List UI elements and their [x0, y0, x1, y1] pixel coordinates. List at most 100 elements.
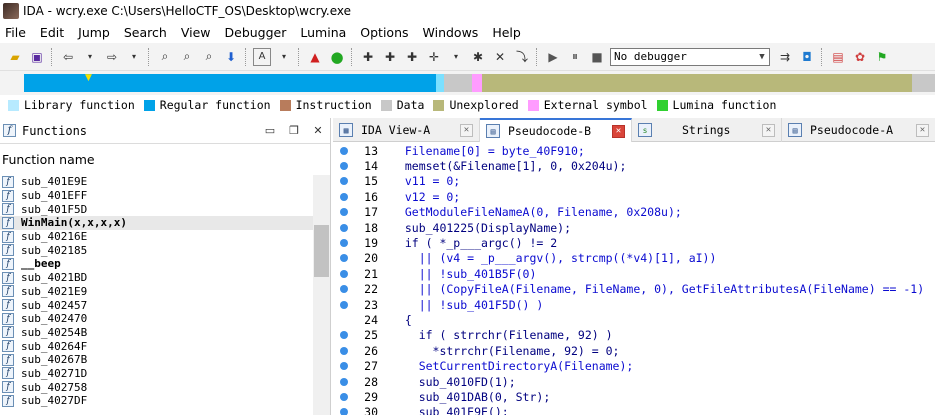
function-row[interactable]: f sub_402185	[0, 243, 313, 257]
navigation-band[interactable]: ▼	[0, 71, 935, 95]
minimize-icon[interactable]: ▭	[258, 124, 282, 137]
menu-windows[interactable]: Windows	[416, 25, 486, 40]
menu-lumina[interactable]: Lumina	[293, 25, 353, 40]
breakpoint-dot-icon[interactable]	[340, 362, 348, 371]
close-icon[interactable]: ✕	[460, 123, 473, 137]
play-icon[interactable]: ▶	[544, 48, 562, 66]
breakpoint-dot-icon[interactable]	[340, 300, 348, 309]
tab-pseudocode-a[interactable]: ▤ Pseudocode-A ✕	[782, 118, 935, 142]
breakpoint-dot-icon[interactable]	[340, 269, 348, 278]
breakpoint-dot-icon[interactable]	[340, 377, 348, 386]
menu-help[interactable]: Help	[485, 25, 528, 40]
menu-search[interactable]: Search	[117, 25, 174, 40]
function-list-scrollbar[interactable]	[313, 175, 330, 415]
breakpoint-dot-icon[interactable]	[340, 254, 348, 263]
debug-attach-icon[interactable]: ⇉	[776, 48, 794, 66]
function-row[interactable]: f sub_4021E9	[0, 285, 313, 299]
dropdown-icon[interactable]: ▾	[275, 48, 293, 66]
save-icon[interactable]: ▣	[28, 48, 46, 66]
function-name: __beep	[21, 257, 61, 271]
menu-edit[interactable]: Edit	[33, 25, 71, 40]
breakpoint-dot-icon[interactable]	[340, 331, 348, 340]
function-row[interactable]: f sub_4027DF	[0, 394, 313, 408]
function-row[interactable]: f sub_401F5D	[0, 202, 313, 216]
open-folder-icon[interactable]: ▰	[6, 48, 24, 66]
back-arrow-icon[interactable]: ⇦	[59, 48, 77, 66]
code-line[interactable]: 30 sub_401E9E();	[333, 404, 509, 415]
menu-jump[interactable]: Jump	[71, 25, 117, 40]
breakpoint-dot-icon[interactable]	[340, 146, 348, 155]
breakpoint-dot-icon[interactable]	[340, 408, 348, 415]
close-icon[interactable]: ✕	[916, 123, 929, 137]
font-a-icon[interactable]: A	[253, 47, 271, 66]
function-row[interactable]: f sub_40254B	[0, 326, 313, 340]
legend-swatch	[380, 99, 392, 111]
function-row[interactable]: f sub_401E9E	[0, 175, 313, 189]
report-icon[interactable]: ▤	[829, 48, 847, 66]
breakpoint-dot-icon[interactable]	[340, 177, 348, 186]
close-icon[interactable]: ✕	[306, 124, 330, 137]
menu-file[interactable]: File	[0, 25, 33, 40]
function-name-column-header[interactable]: Function name	[0, 144, 330, 172]
debug-compile-icon[interactable]: ◘	[798, 48, 816, 66]
green-circle-icon[interactable]: ●	[328, 48, 346, 66]
toolbar-grip	[148, 47, 151, 66]
menu-view[interactable]: View	[174, 25, 218, 40]
plugin-icon[interactable]: ✿	[851, 48, 869, 66]
pseudocode-view[interactable]: 13 Filename[0] = byte_40F910; 14 memset(…	[333, 142, 935, 415]
function-row[interactable]: f __beep	[0, 257, 313, 271]
breakpoint-dot-icon[interactable]	[340, 392, 348, 401]
breakpoint-dot-icon[interactable]	[340, 285, 348, 294]
breakpoint-dot-icon[interactable]	[340, 346, 348, 355]
star-icon[interactable]: ✱	[469, 48, 487, 66]
menu-debugger[interactable]: Debugger	[218, 25, 294, 40]
function-row[interactable]: f sub_40264F	[0, 339, 313, 353]
function-row[interactable]: f sub_40271D	[0, 367, 313, 381]
function-row[interactable]: f sub_402758	[0, 380, 313, 394]
breakpoint-dot-icon[interactable]	[340, 238, 348, 247]
tab-ida-view-a[interactable]: ▦ IDA View-A ✕	[333, 118, 480, 142]
function-row[interactable]: f sub_401EFF	[0, 189, 313, 203]
breakpoint-dot-icon[interactable]	[340, 208, 348, 217]
debugger-select[interactable]: No debugger ▼	[610, 47, 770, 66]
function-row[interactable]: f sub_402470	[0, 312, 313, 326]
breakpoint-dot-icon[interactable]	[340, 192, 348, 201]
function-row[interactable]: f sub_402457	[0, 298, 313, 312]
close-icon[interactable]: ✕	[762, 123, 775, 137]
add-data-icon[interactable]: ✚	[381, 48, 399, 66]
step-icon[interactable]: ⤵	[513, 48, 531, 66]
binoculars-imm-icon[interactable]: ⌕	[200, 48, 218, 66]
forward-arrow-icon[interactable]: ⇨	[103, 48, 121, 66]
binoculars-text-icon[interactable]: ⌕	[156, 48, 174, 66]
function-row[interactable]: f sub_40267B	[0, 353, 313, 367]
cross-icon[interactable]: ✕	[491, 48, 509, 66]
breakpoint-dot-icon[interactable]	[340, 161, 348, 170]
function-name: sub_4021BD	[21, 271, 88, 285]
flag-icon[interactable]: ⚑	[873, 48, 891, 66]
jump-down-icon[interactable]: ⬇	[222, 48, 240, 66]
pause-icon[interactable]: ⏸	[566, 48, 584, 66]
restore-icon[interactable]: ❐	[282, 124, 306, 137]
warning-icon[interactable]: ▲	[306, 48, 324, 66]
legend-label: Unexplored	[449, 98, 519, 112]
function-row-selected[interactable]: f WinMain(x,x,x,x)	[0, 216, 313, 230]
close-icon[interactable]: ✕	[612, 124, 625, 138]
menu-options[interactable]: Options	[353, 25, 415, 40]
dropdown-icon[interactable]: ▾	[125, 48, 143, 66]
stop-icon[interactable]: ■	[588, 48, 606, 66]
add-func-icon[interactable]: ✛	[425, 48, 443, 66]
dropdown-icon[interactable]: ▾	[447, 48, 465, 66]
breakpoint-dot-icon[interactable]	[340, 223, 348, 232]
tab-label: Pseudocode-B	[508, 124, 592, 138]
column-header-label: Function name	[2, 152, 95, 167]
tab-strings[interactable]: s Strings ✕	[632, 118, 782, 142]
scrollbar-thumb[interactable]	[314, 225, 329, 277]
function-row[interactable]: f sub_4021BD	[0, 271, 313, 285]
tab-pseudocode-b[interactable]: ▤ Pseudocode-B ✕	[480, 118, 632, 142]
add-struct-icon[interactable]: ✚	[403, 48, 421, 66]
binoculars-seq-icon[interactable]: ⌕	[178, 48, 196, 66]
function-icon: f	[2, 244, 14, 257]
dropdown-icon[interactable]: ▾	[81, 48, 99, 66]
function-row[interactable]: f sub_40216E	[0, 230, 313, 244]
add-code-icon[interactable]: ✚	[359, 48, 377, 66]
